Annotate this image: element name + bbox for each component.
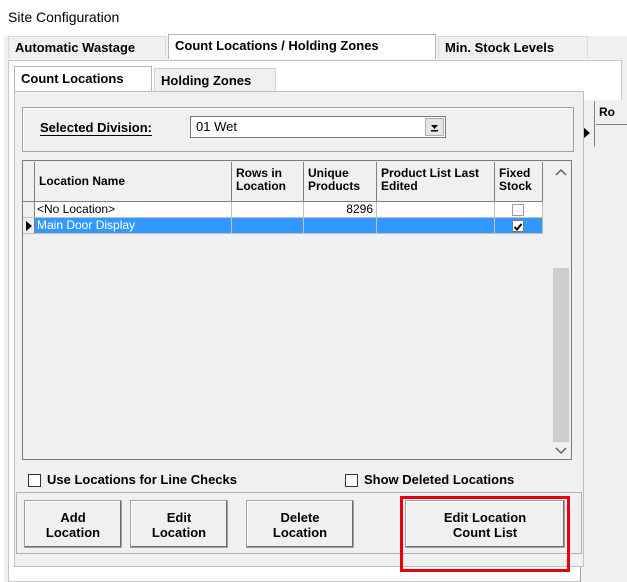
column-header-rows-in-location[interactable]: Rows in Location <box>232 162 304 202</box>
division-dropdown-button[interactable] <box>425 118 444 136</box>
show-deleted-label[interactable]: Show Deleted Locations <box>364 472 514 487</box>
row-selector[interactable] <box>23 218 35 234</box>
table-row[interactable]: Main Door Display <box>23 218 543 234</box>
division-select-value: 01 Wet <box>196 119 237 134</box>
column-header-fixed-stock[interactable]: Fixed Stock <box>495 162 543 202</box>
highlight-annotation-box <box>400 496 570 572</box>
last-edited-cell[interactable] <box>377 218 495 234</box>
row-selector[interactable] <box>23 202 35 218</box>
chevron-down-icon <box>431 125 438 132</box>
unique-products-cell[interactable]: 8296 <box>304 202 377 218</box>
column-header-product-list-last-edited[interactable]: Product List Last Edited <box>377 162 495 202</box>
add-location-label: Add Location <box>45 510 101 540</box>
fixed-stock-cell[interactable] <box>495 218 543 234</box>
use-locations-label[interactable]: Use Locations for Line Checks <box>47 472 237 487</box>
tab-min-stock-levels[interactable]: Min. Stock Levels <box>438 36 588 58</box>
delete-location-button[interactable]: Delete Location <box>246 500 354 548</box>
scrollbar-thumb[interactable] <box>553 268 569 442</box>
chevron-down-icon[interactable] <box>555 446 567 456</box>
subtab-count-locations[interactable]: Count Locations <box>14 66 152 92</box>
last-edited-cell[interactable] <box>377 202 495 218</box>
subtab-holding-zones[interactable]: Holding Zones <box>154 68 276 91</box>
rows-in-location-cell[interactable] <box>232 202 304 218</box>
row-selector-header <box>23 162 35 202</box>
selected-division-label: Selected Division: <box>40 120 152 136</box>
row-pointer-icon <box>583 127 590 139</box>
checkmark-icon <box>513 223 523 231</box>
fixed-stock-checkbox[interactable] <box>512 220 524 232</box>
fixed-stock-checkbox[interactable] <box>512 204 524 216</box>
fixed-stock-cell[interactable] <box>495 202 543 218</box>
edit-location-button[interactable]: Edit Location <box>130 500 228 548</box>
unique-products-cell[interactable] <box>304 218 377 234</box>
right-grid-column-header: Ro <box>596 101 627 125</box>
window-title: Site Configuration <box>8 9 120 25</box>
location-name-cell[interactable]: <No Location> <box>35 202 232 218</box>
use-locations-checkbox[interactable] <box>28 474 41 487</box>
add-location-button[interactable]: Add Location <box>24 500 122 548</box>
location-name-cell[interactable]: Main Door Display <box>35 218 232 234</box>
row-pointer-icon <box>26 221 32 231</box>
delete-location-label: Delete Location <box>272 510 328 540</box>
tab-count-locations-holding-zones[interactable]: Count Locations / Holding Zones <box>168 34 436 59</box>
show-deleted-checkbox[interactable] <box>345 474 358 487</box>
column-header-location-name[interactable]: Location Name <box>35 162 232 202</box>
chevron-up-icon[interactable] <box>555 168 567 178</box>
table-row[interactable]: <No Location> 8296 <box>23 202 543 218</box>
right-grid-panel <box>580 100 627 582</box>
tab-automatic-wastage[interactable]: Automatic Wastage <box>8 36 166 58</box>
edit-location-label: Edit Location <box>151 510 207 540</box>
column-header-unique-products[interactable]: Unique Products <box>304 162 377 202</box>
rows-in-location-cell[interactable] <box>232 218 304 234</box>
